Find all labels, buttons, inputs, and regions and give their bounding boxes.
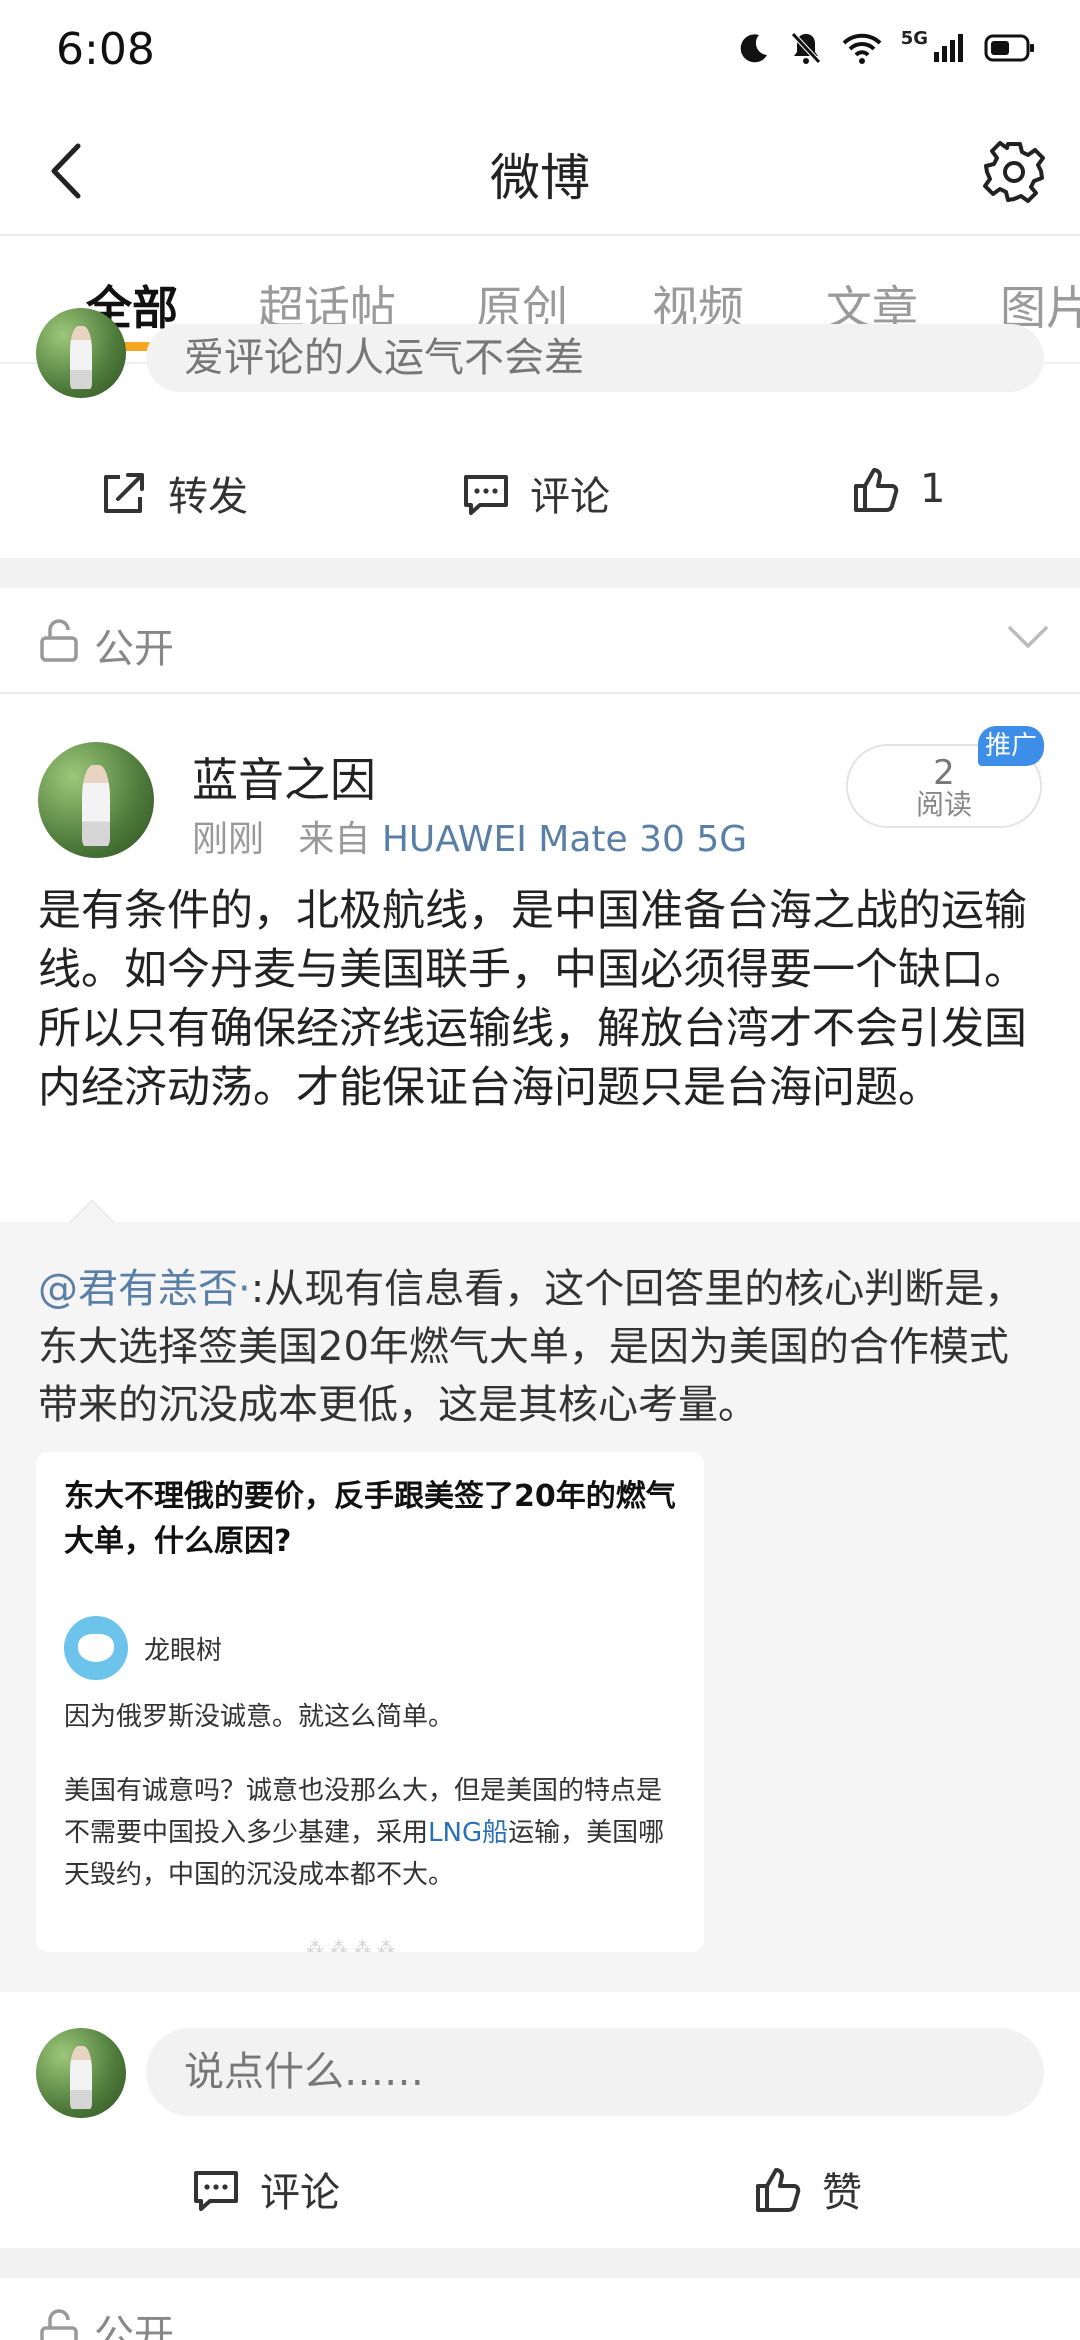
avatar[interactable] — [36, 308, 126, 398]
quote-author: 龙眼树 — [144, 1636, 223, 1666]
next-post-visibility-row[interactable]: 公开 — [0, 2278, 1080, 2340]
source-prefix: 来自 — [298, 819, 371, 860]
status-time: 6:08 — [56, 24, 155, 75]
nav-bar: 微博 — [0, 110, 1080, 236]
like-count: 1 — [920, 466, 946, 512]
repost-icon — [104, 473, 144, 513]
quote-line-1: 因为俄罗斯没诚意。就这么简单。 — [64, 1702, 455, 1732]
repost-text: @君有恙否·:从现有信息看，这个回答里的核心判断是，东大选择签美国20年燃气大单… — [38, 1260, 1048, 1434]
post-time: 刚刚 — [192, 819, 265, 860]
network-type: 5G — [900, 27, 928, 49]
gear-icon[interactable] — [978, 136, 1050, 208]
signal-icon — [934, 34, 963, 62]
wifi-icon — [842, 33, 882, 64]
divider — [0, 2248, 1080, 2278]
post-meta: 刚刚 来自 HUAWEI Mate 30 5G — [192, 810, 747, 862]
like-button[interactable]: 1 — [850, 464, 945, 514]
watermark: ⁂ ⁂ ⁂ ⁂ — [306, 1938, 396, 1952]
thumbs-up-icon — [854, 468, 899, 512]
visibility-row[interactable]: 公开 — [0, 588, 1080, 694]
read-label: 阅读 — [915, 788, 972, 821]
mention-link[interactable]: @君有恙否· — [38, 1266, 251, 1312]
previous-post-card: 爱评论的人运气不会差 转发 评论 1 — [0, 308, 1080, 558]
repost-label: 转发 — [168, 474, 248, 520]
status-icons: 5G — [737, 27, 1036, 66]
visibility-label: 公开 — [94, 626, 174, 672]
divider — [0, 558, 1080, 588]
like-label: 赞 — [822, 2170, 862, 2216]
comment-button[interactable]: 评论 — [460, 464, 610, 522]
reposted-content[interactable]: @君有恙否·:从现有信息看，这个回答里的核心判断是，东大选择签美国20年燃气大单… — [0, 1199, 1080, 1992]
comment-input[interactable]: 爱评论的人运气不会差 — [146, 324, 1044, 392]
quote-author-avatar — [64, 1616, 128, 1680]
chevron-down-icon[interactable] — [1006, 622, 1050, 652]
post-text: 是有条件的，北极航线，是中国准备台海之战的运输线。如今丹麦与美国联手，中国必须得… — [38, 886, 1027, 1113]
comment-button[interactable]: 评论 — [190, 2160, 340, 2218]
quote-link: LNG船 — [428, 1818, 509, 1848]
author-avatar[interactable] — [38, 742, 154, 858]
comment-bar: 说点什么…… 评论 赞 — [0, 1992, 1080, 2248]
quote-title: 东大不理俄的要价，反手跟美签了20年的燃气大单，什么原因? — [64, 1479, 676, 1559]
weibo-post: 蓝音之因 刚刚 来自 HUAWEI Mate 30 5G 2 阅读 推广 是有条… — [0, 696, 1080, 1222]
visibility-label: 公开 — [94, 2312, 174, 2340]
moon-icon — [740, 34, 767, 63]
mute-bell-icon — [790, 32, 821, 64]
comment-label: 评论 — [260, 2170, 340, 2216]
quote-line-2: 美国有诚意吗？诚意也没那么大，但是美国的特点是不需要中国投入多少基建，采用LNG… — [64, 1776, 665, 1890]
comment-icon — [464, 475, 508, 515]
comment-icon — [194, 2171, 238, 2211]
repost-button[interactable]: 转发 — [98, 464, 248, 522]
battery-icon — [984, 34, 1034, 62]
promote-badge[interactable]: 推广 — [978, 726, 1044, 766]
thumbs-up-icon — [756, 2168, 801, 2212]
device-link[interactable]: HUAWEI Mate 30 5G — [382, 819, 747, 860]
page-title: 微博 — [490, 149, 590, 207]
quoted-image-card[interactable]: 东大不理俄的要价，反手跟美签了20年的燃气大单，什么原因? 龙眼树 因为俄罗斯没… — [36, 1452, 704, 1952]
unlock-icon — [40, 619, 78, 662]
comment-input[interactable]: 说点什么…… — [146, 2028, 1044, 2116]
comment-label: 评论 — [530, 474, 610, 520]
my-avatar[interactable] — [36, 2028, 126, 2118]
like-button[interactable]: 赞 — [752, 2160, 862, 2218]
status-bar: 6:08 5G — [0, 0, 1080, 110]
unlock-icon — [40, 2309, 78, 2340]
author-name[interactable]: 蓝音之因 — [192, 744, 376, 810]
